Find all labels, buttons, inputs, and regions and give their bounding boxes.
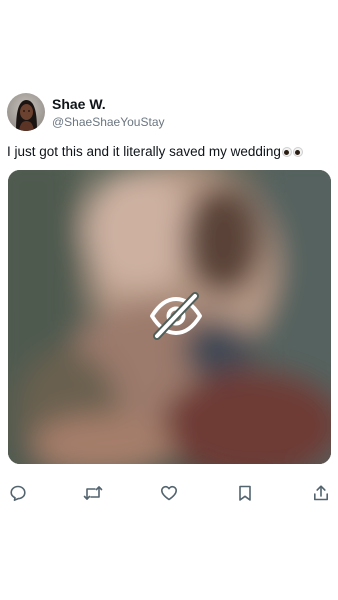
- reply-button[interactable]: [5, 480, 31, 506]
- share-button[interactable]: [308, 480, 334, 506]
- avatar[interactable]: [7, 93, 45, 131]
- like-icon: [161, 485, 177, 501]
- reply-icon: [10, 485, 26, 501]
- bookmark-button[interactable]: [232, 480, 258, 506]
- repost-icon: [83, 486, 103, 500]
- bookmark-icon: [239, 485, 251, 501]
- eye-left-icon: [281, 147, 292, 157]
- repost-button[interactable]: [80, 480, 106, 506]
- author-block: Shae W. @ShaeShaeYouStay: [52, 95, 165, 130]
- eye-right-icon: [292, 147, 303, 157]
- post-text-body: I just got this and it literally saved m…: [7, 144, 281, 159]
- action-bar: [0, 480, 338, 506]
- eyes-emoji-icon: [281, 147, 304, 157]
- author-handle[interactable]: @ShaeShaeYouStay: [52, 114, 165, 130]
- like-button[interactable]: [156, 480, 182, 506]
- sensitive-media[interactable]: [8, 170, 331, 464]
- author-name[interactable]: Shae W.: [52, 95, 165, 113]
- post-screen: Shae W. @ShaeShaeYouStay I just got this…: [0, 0, 338, 600]
- post-header: Shae W. @ShaeShaeYouStay: [7, 93, 165, 131]
- eye-off-icon[interactable]: [148, 291, 204, 341]
- share-icon: [314, 485, 328, 501]
- post-text: I just got this and it literally saved m…: [7, 143, 332, 161]
